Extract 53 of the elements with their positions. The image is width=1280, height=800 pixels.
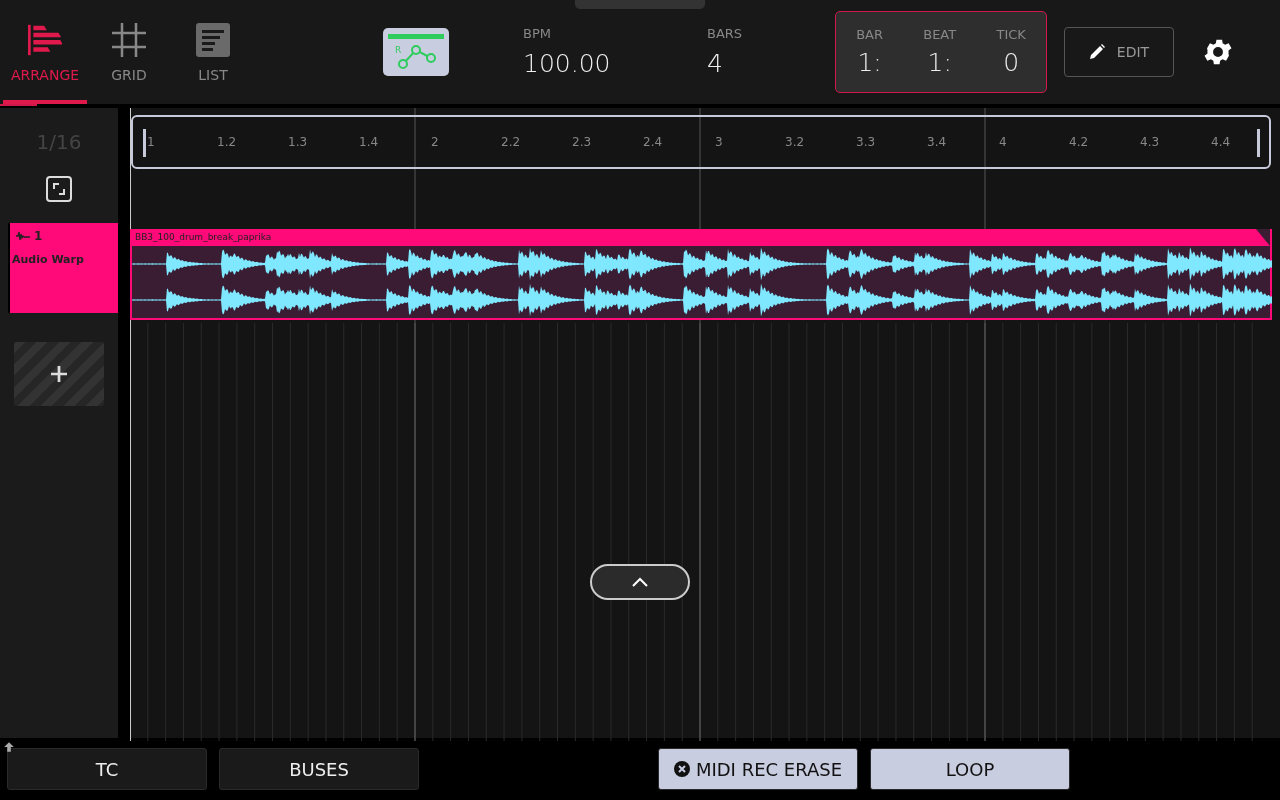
arrow-up-icon[interactable] [3,741,15,753]
counter-value: 0 [1003,48,1020,77]
ruler-label: 1.3 [287,135,309,149]
ruler-label: 3.4 [926,135,948,149]
grid-icon [112,22,146,57]
counter-label: BAR [856,27,883,42]
waveform-icon [16,231,30,241]
view-tab[interactable]: GRID [87,0,171,104]
loop-region[interactable]: 1 1.2 1.3 1.4 2 2.2 2.3 2.4 3 3.2 3.3 3.4 4 4.2 4.3 4.4 [131,115,1271,169]
ruler-label: 1.2 [216,135,238,149]
counter-label: TICK [996,27,1026,42]
ruler-label: 2 [430,135,440,149]
footer-button[interactable]: BUSES [219,748,419,790]
ruler-label: 2.3 [571,135,593,149]
footer-button[interactable]: MIDI REC ERASE [658,748,858,790]
counter-value: 1: [857,48,882,77]
readout-value[interactable]: 4 [707,49,817,78]
ruler-label: 4.4 [1210,135,1232,149]
audio-clip[interactable]: BB3_100_drum_break_paprika [130,229,1272,320]
footer-button[interactable]: LOOP [870,748,1070,790]
chevron-up-icon [632,577,648,587]
list-icon [196,22,230,57]
ruler-label: 2.2 [500,135,522,149]
readout-label: BARS [707,26,744,41]
ruler-label: 4 [998,135,1008,149]
track-name: Audio Warp [12,253,85,266]
fit-view-icon[interactable] [46,176,72,202]
counter-value: 1: [927,48,952,77]
readout-value[interactable]: 100.00 [523,49,633,78]
view-tab[interactable]: LIST [171,0,255,104]
readout-label: BPM [523,26,552,41]
close-icon [673,761,690,777]
bars-icon [28,22,62,57]
expand-button[interactable] [590,564,690,600]
ruler-label: 4.3 [1139,135,1161,149]
track-number: 1 [34,229,43,243]
ruler-label: 3.3 [855,135,877,149]
ruler-label: 3 [714,135,724,149]
edit-button[interactable]: EDIT [1064,27,1174,77]
add-track-button[interactable] [14,342,104,406]
pencil-icon [1088,44,1105,60]
footer-button[interactable]: TC [7,748,207,790]
ruler-label: 1.4 [358,135,380,149]
plus-icon [51,366,67,382]
clip-name: BB3_100_drum_break_paprika [132,229,1270,246]
counter-label: BEAT [923,27,957,42]
loop-handle[interactable] [1257,129,1260,157]
ruler-label: 1 [146,135,156,149]
loop-handle[interactable] [143,129,146,157]
position-counter[interactable]: BAR 1: BEAT 1: TICK 0 [835,11,1047,93]
ruler-label: 2.4 [642,135,664,149]
ruler-label: 4.2 [1068,135,1090,149]
ruler-label: 3.2 [784,135,806,149]
